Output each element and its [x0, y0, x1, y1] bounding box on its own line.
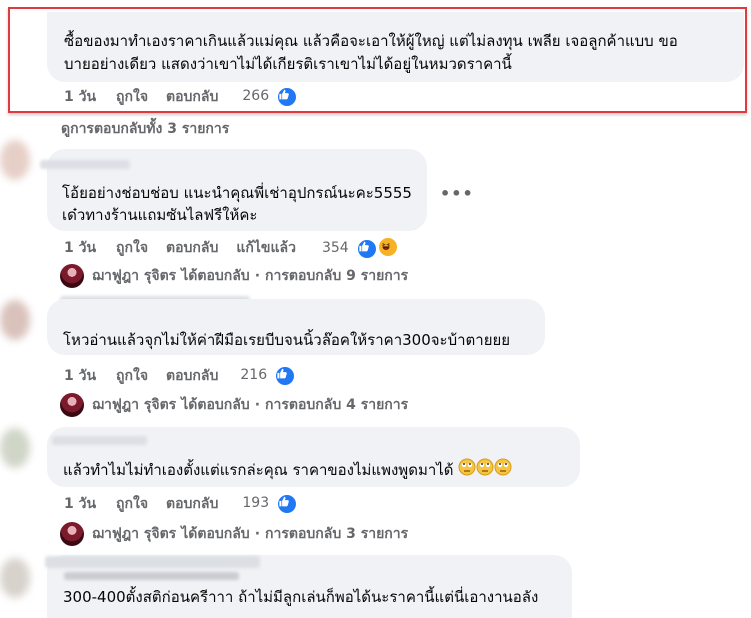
comment-text-line: เด๋วทางร้านแถมซันไลฟรีให้คะ — [62, 206, 258, 224]
reaction-count[interactable]: 216 — [240, 365, 296, 387]
comment-actions: 1 วัน ถูกใจ ตอบกลับ 216 — [64, 365, 296, 387]
comment-text-line: แล้วทำไมไม่ทำเองตั้งแต่แรกล่ะคุณ ราคาของ… — [63, 457, 512, 484]
comment-text-line: 300-400ตั้งสติก่อนครีาาา ถ้าไม่มีลูกเล่น… — [63, 588, 539, 606]
reply-summary[interactable]: ฌาฟูฎา รุจิตร ได้ตอบกลับ · การตอบกลับ 4 … — [60, 393, 408, 417]
replier-name: ฌาฟูฎา รุจิตร — [92, 397, 177, 413]
reply-action: ได้ตอบกลับ — [181, 526, 250, 542]
reaction-count[interactable]: 354 — [322, 236, 400, 260]
avatar — [60, 393, 84, 417]
comment-time[interactable]: 1 วัน — [64, 237, 96, 259]
reply-count: การตอบกลับ 4 รายการ — [265, 397, 409, 413]
reply-action: ได้ตอบกลับ — [181, 268, 250, 284]
reaction-count[interactable]: 193 — [242, 493, 298, 515]
reply-button[interactable]: ตอบกลับ — [166, 237, 218, 259]
reply-summary[interactable]: ฌาฟูฎา รุจิตร ได้ตอบกลับ · การตอบกลับ 9 … — [60, 264, 408, 288]
more-options-icon[interactable]: ••• — [440, 184, 474, 203]
comment-text-line: โหวอ่านแล้วจุกไม่ให้ค่าฝีมือเรยบีบจนนิ้ว… — [63, 331, 511, 349]
reply-count: การตอบกลับ 9 รายการ — [265, 268, 409, 284]
rolling-eyes-emoji — [458, 458, 512, 484]
blurred-author-name — [40, 160, 130, 169]
like-button[interactable]: ถูกใจ — [116, 365, 148, 387]
separator: · — [254, 526, 261, 542]
blurred-avatar — [0, 428, 30, 468]
blurred-author-name — [64, 572, 239, 580]
like-icon — [355, 238, 378, 260]
separator: · — [254, 268, 261, 284]
blurred-author-name — [52, 436, 147, 445]
reply-summary[interactable]: ฌาฟูฎา รุจิตร ได้ตอบกลับ · การตอบกลับ 3 … — [60, 522, 408, 546]
blurred-avatar — [0, 140, 30, 180]
avatar — [60, 522, 84, 546]
comment-time[interactable]: 1 วัน — [64, 365, 96, 387]
blurred-avatar — [0, 300, 30, 340]
like-icon — [274, 365, 296, 387]
edited-label: แก้ไขแล้ว — [236, 240, 296, 256]
reply-button[interactable]: ตอบกลับ — [166, 493, 218, 515]
reply-button[interactable]: ตอบกลับ — [166, 365, 218, 387]
comment-actions: 1 วัน ถูกใจ ตอบกลับ 193 — [64, 493, 298, 515]
like-button[interactable]: ถูกใจ — [116, 493, 148, 515]
reply-count: การตอบกลับ 3 รายการ — [265, 526, 409, 542]
view-replies-link[interactable]: ดูการตอบกลับทั้ง 3 รายการ — [61, 118, 229, 140]
comment-time[interactable]: 1 วัน — [64, 493, 96, 515]
like-icon — [276, 493, 298, 515]
comment-actions: 1 วัน ถูกใจ ตอบกลับ แก้ไขแล้ว 354 — [64, 236, 400, 260]
separator: · — [254, 397, 261, 413]
avatar — [60, 264, 84, 288]
replier-name: ฌาฟูฎา รุจิตร — [92, 526, 177, 542]
blurred-avatar — [0, 558, 30, 598]
reply-action: ได้ตอบกลับ — [181, 397, 250, 413]
highlight-box — [8, 7, 747, 113]
haha-icon — [377, 236, 400, 258]
blurred-author-name — [45, 556, 260, 568]
like-button[interactable]: ถูกใจ — [116, 237, 148, 259]
replier-name: ฌาฟูฎา รุจิตร — [92, 268, 177, 284]
